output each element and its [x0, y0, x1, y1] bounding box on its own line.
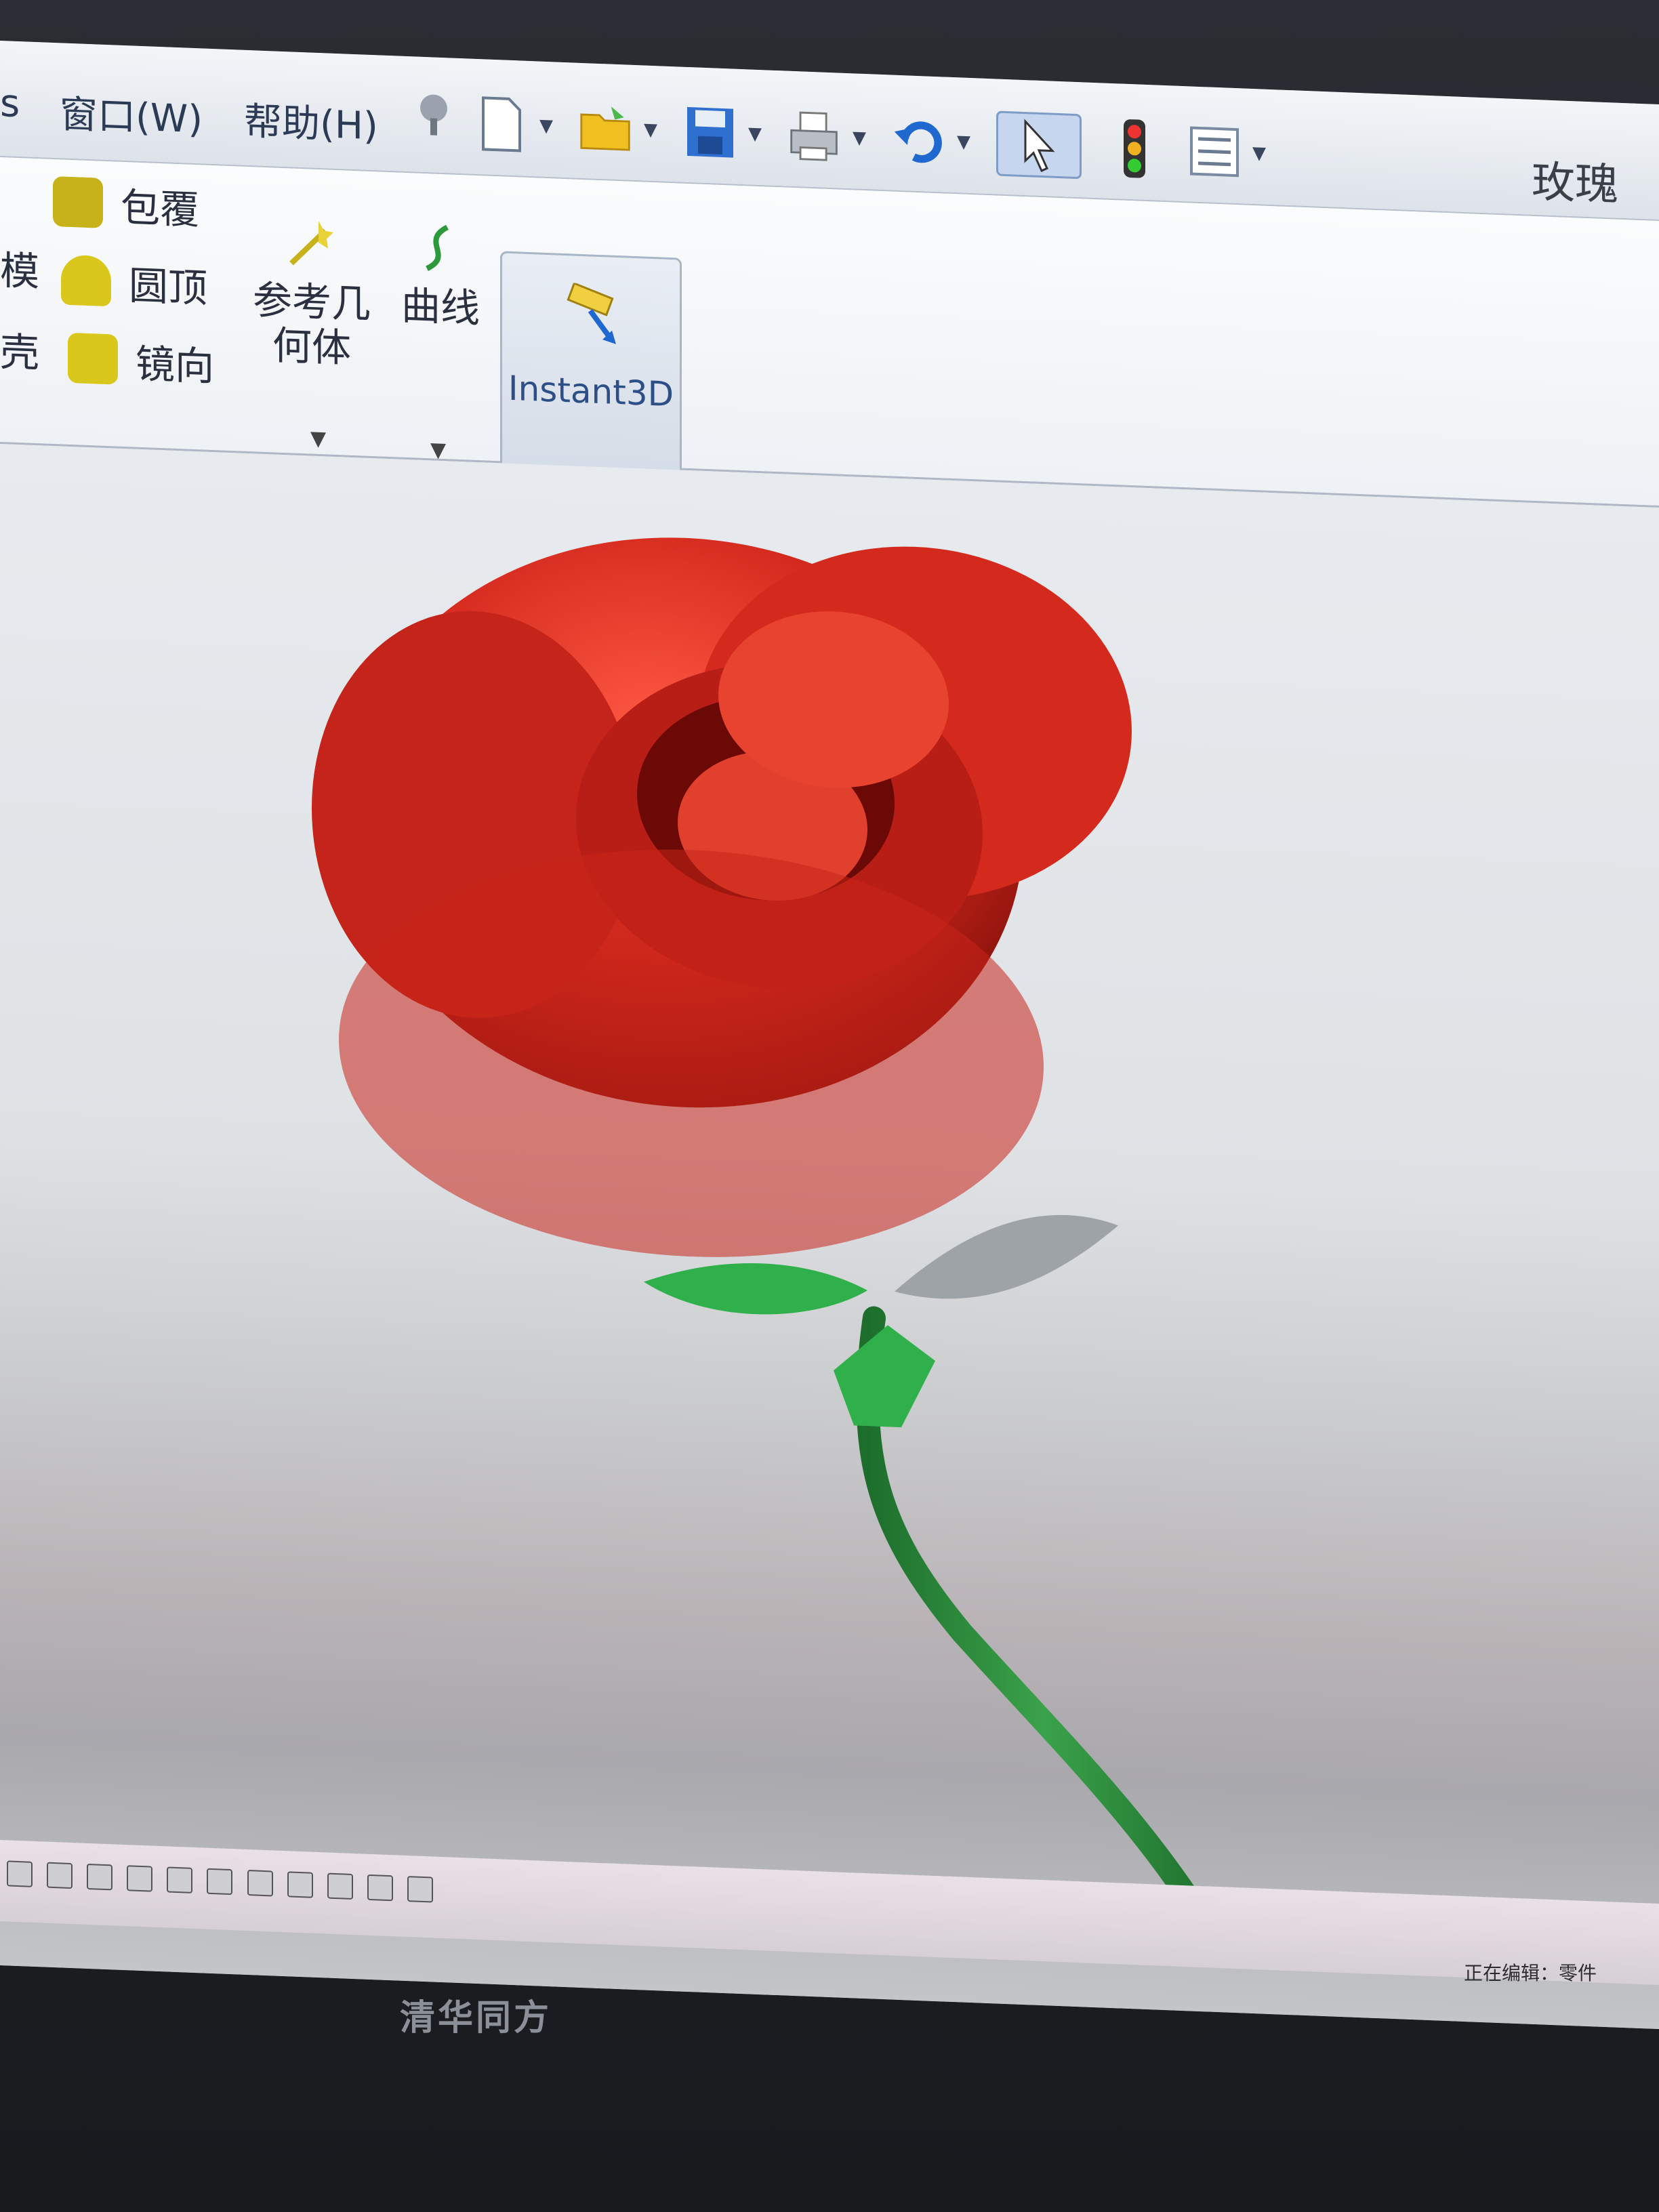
- ribbon-mirror-label: 镜向: [136, 340, 215, 390]
- ribbon-mirror[interactable]: 镜向: [68, 329, 214, 392]
- ribbon-partial-item[interactable]: 壳: [0, 320, 39, 378]
- view-orientation-icon[interactable]: [207, 1868, 233, 1896]
- graphics-viewport[interactable]: [0, 444, 1659, 2030]
- zoom-area-icon[interactable]: [47, 1862, 73, 1889]
- ribbon-dome[interactable]: 圆顶: [61, 251, 207, 313]
- view-tools: [7, 1860, 444, 1906]
- ribbon-reference-geometry-label-1: 参考几: [252, 276, 371, 328]
- appearance-icon[interactable]: [327, 1872, 353, 1900]
- dome-icon: [61, 254, 111, 307]
- status-bar-text: 正在编辑：零件: [1464, 1962, 1597, 1984]
- ribbon-partial-item[interactable]: 模: [0, 239, 39, 297]
- open-folder-icon[interactable]: [579, 97, 633, 160]
- rotate-icon[interactable]: [87, 1863, 113, 1891]
- scene-icon[interactable]: [367, 1874, 393, 1902]
- ribbon-wrap[interactable]: 包覆: [53, 173, 199, 235]
- ribbon-dome-label: 圆顶: [129, 262, 208, 312]
- rose-leaf-right: [895, 1214, 1118, 1299]
- reference-geometry-icon: [289, 221, 333, 266]
- menu-window[interactable]: 窗口(W): [60, 83, 203, 144]
- chevron-down-icon[interactable]: ▼: [748, 123, 762, 144]
- pan-icon[interactable]: [127, 1865, 153, 1892]
- chevron-down-icon[interactable]: ▼: [539, 116, 553, 137]
- select-pointer-icon[interactable]: [996, 110, 1082, 180]
- rebuild-icon[interactable]: [1107, 117, 1162, 180]
- print-icon[interactable]: [787, 105, 842, 168]
- new-document-icon[interactable]: [474, 93, 529, 156]
- view-settings-icon[interactable]: [407, 1876, 433, 1903]
- wrap-icon: [53, 176, 103, 228]
- solidworks-window: s 窗口(W) 帮助(H) ▼ ▼ ▼ ▼ ▼ ▼ 玫瑰花 模 壳 包覆 圆顶 …: [0, 41, 1659, 2030]
- menu-help[interactable]: 帮助(H): [244, 91, 378, 151]
- instant3d-icon: [567, 282, 616, 344]
- menu-item-partial[interactable]: s: [0, 81, 20, 126]
- ribbon-curves[interactable]: 曲线: [393, 220, 488, 331]
- pin-icon[interactable]: [407, 83, 461, 146]
- rose-model[interactable]: [0, 444, 1659, 2029]
- instant3d-button[interactable]: Instant3D: [500, 251, 682, 493]
- curves-icon: [426, 224, 449, 271]
- rose-sepal: [834, 1325, 935, 1428]
- zoom-fit-icon[interactable]: [7, 1860, 33, 1887]
- hide-show-icon[interactable]: [287, 1871, 313, 1898]
- section-view-icon[interactable]: [167, 1866, 193, 1893]
- ribbon-reference-geometry[interactable]: 参考几 何体: [251, 214, 373, 371]
- options-icon[interactable]: [1187, 120, 1242, 183]
- ribbon-curves-label: 曲线: [401, 282, 480, 332]
- rose-stem: [856, 1306, 1231, 1960]
- undo-icon[interactable]: [892, 109, 946, 172]
- instant3d-label: Instant3D: [508, 368, 674, 415]
- rose-leaf-left: [644, 1263, 867, 1315]
- chevron-down-icon[interactable]: ▼: [310, 427, 326, 451]
- chevron-down-icon[interactable]: ▼: [957, 131, 970, 152]
- mirror-icon: [68, 332, 118, 385]
- chevron-down-icon[interactable]: ▼: [853, 127, 866, 148]
- display-style-icon[interactable]: [247, 1870, 273, 1897]
- monitor-brand-logo: 清华同方: [400, 1998, 552, 2039]
- chevron-down-icon[interactable]: ▼: [1252, 143, 1266, 164]
- save-icon[interactable]: [683, 101, 737, 164]
- chevron-down-icon[interactable]: ▼: [430, 438, 446, 462]
- ribbon-reference-geometry-label-2: 何体: [272, 322, 351, 371]
- chevron-down-icon[interactable]: ▼: [644, 119, 657, 140]
- ribbon-wrap-label: 包覆: [121, 184, 200, 234]
